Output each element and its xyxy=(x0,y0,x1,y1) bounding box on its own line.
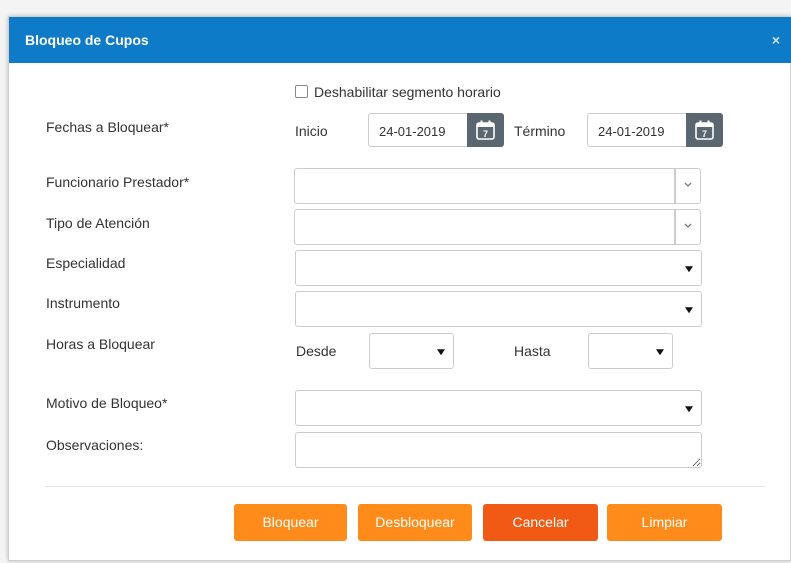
inicio-date-input[interactable]: 24-01-2019 xyxy=(368,113,467,147)
cancelar-button[interactable]: Cancelar xyxy=(483,504,598,541)
footer-divider xyxy=(45,486,765,487)
tipo-atencion-input[interactable] xyxy=(294,209,675,245)
caret-down-icon xyxy=(437,349,445,356)
inicio-label: Inicio xyxy=(295,123,328,139)
horas-label: Horas a Bloquear xyxy=(46,336,155,352)
tipo-atencion-label: Tipo de Atención xyxy=(46,215,150,231)
termino-label: Término xyxy=(514,123,566,139)
termino-date-input[interactable]: 24-01-2019 xyxy=(587,113,686,147)
bloqueo-dialog: Bloqueo de Cupos × Deshabilitar segmento… xyxy=(8,16,791,561)
disable-segment-checkbox[interactable] xyxy=(295,85,308,98)
calendar-icon: 7 xyxy=(695,120,714,140)
inicio-calendar-button[interactable]: 7 xyxy=(467,113,504,147)
limpiar-button[interactable]: Limpiar xyxy=(607,504,722,541)
disable-segment-label: Deshabilitar segmento horario xyxy=(314,84,501,100)
funcionario-label: Funcionario Prestador* xyxy=(46,174,190,190)
motivo-select[interactable] xyxy=(295,390,702,426)
dialog-title: Bloqueo de Cupos xyxy=(25,32,149,48)
bloquear-button[interactable]: Bloquear xyxy=(234,504,347,541)
caret-down-icon xyxy=(685,307,693,314)
chevron-down-icon xyxy=(684,182,692,187)
desde-label: Desde xyxy=(296,343,337,359)
observaciones-textarea[interactable] xyxy=(295,432,702,468)
funcionario-dropdown-button[interactable] xyxy=(675,168,701,204)
observaciones-label: Observaciones: xyxy=(46,437,144,453)
especialidad-label: Especialidad xyxy=(46,255,126,271)
hasta-select[interactable] xyxy=(588,333,673,369)
fechas-label: Fechas a Bloquear* xyxy=(46,119,169,135)
termino-calendar-button[interactable]: 7 xyxy=(686,113,723,147)
instrumento-label: Instrumento xyxy=(46,295,120,311)
motivo-label: Motivo de Bloqueo* xyxy=(46,395,168,411)
caret-down-icon xyxy=(685,266,693,273)
hasta-label: Hasta xyxy=(514,343,551,359)
instrumento-select[interactable] xyxy=(295,291,702,327)
tipo-atencion-dropdown-button[interactable] xyxy=(675,209,701,245)
caret-down-icon xyxy=(656,349,664,356)
caret-down-icon xyxy=(685,406,693,413)
calendar-day: 7 xyxy=(702,129,707,139)
calendar-icon: 7 xyxy=(476,120,495,140)
close-icon[interactable]: × xyxy=(772,32,780,48)
chevron-down-icon xyxy=(684,223,692,228)
calendar-day: 7 xyxy=(483,129,488,139)
dialog-header: Bloqueo de Cupos × xyxy=(9,17,791,63)
funcionario-input[interactable] xyxy=(294,168,675,204)
especialidad-select[interactable] xyxy=(295,250,702,286)
desde-select[interactable] xyxy=(369,333,454,369)
desbloquear-button[interactable]: Desbloquear xyxy=(358,504,472,541)
